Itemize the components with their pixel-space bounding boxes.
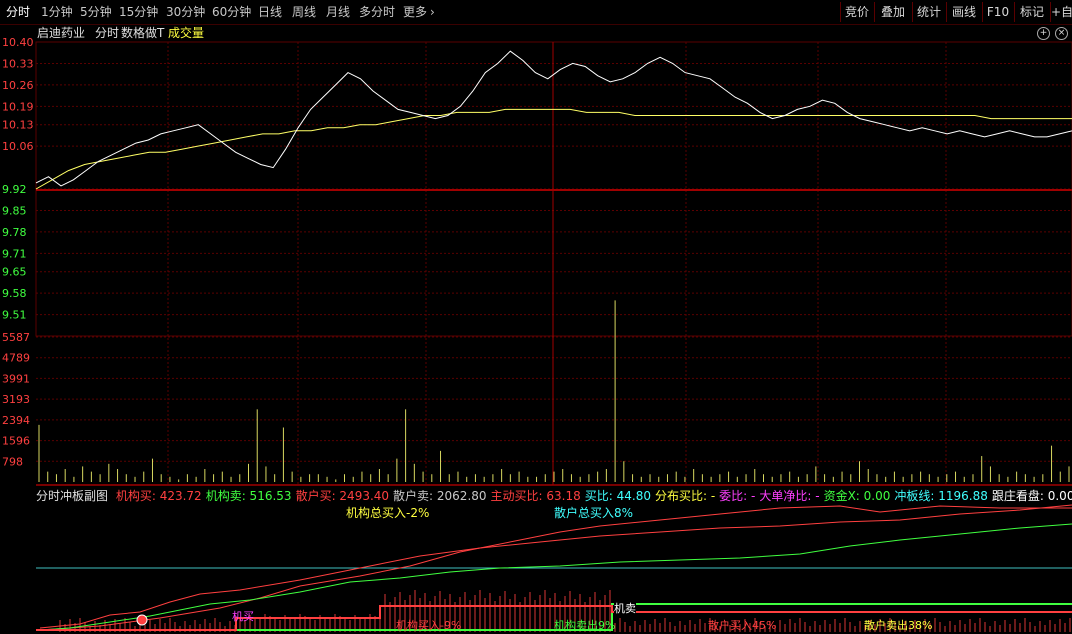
institution-sell-pct: 机构卖出9%: [554, 619, 616, 632]
period-toolbar: 分时 1分钟 5分钟 15分钟 30分钟 60分钟 日线 周线 月线 多分时 更…: [0, 0, 1072, 25]
institution-total-note: 机构总买入-2%: [346, 506, 430, 520]
average-price-line: [35, 108, 1072, 190]
volume-axis-tick: 2394: [2, 414, 30, 427]
price-axis-tick: 9.78: [2, 226, 27, 239]
zoom-in-icon[interactable]: +: [1037, 27, 1050, 40]
close-icon[interactable]: ×: [1055, 27, 1068, 40]
price-axis-tick: 9.85: [2, 204, 27, 217]
institution-sell-marker: 机卖: [614, 602, 636, 616]
add-watchlist-button[interactable]: +自: [1050, 2, 1072, 22]
sub-panel-metrics: 机构买: 423.72 机构卖: 516.53 散户买: 2493.40 散户卖: 2…: [112, 489, 1072, 503]
tab-1min[interactable]: 1分钟: [41, 4, 73, 20]
institution-buy-pct: 机构买入-9%: [396, 619, 462, 632]
volume-axis-tick: 798: [2, 455, 23, 468]
volume-axis-tick: 1596: [2, 435, 30, 448]
metric-item: 跟庄看盘: 0.00: [991, 489, 1072, 503]
price-axis-tick: 10.19: [2, 100, 34, 113]
price-axis-tick: 9.71: [2, 247, 27, 260]
volume-axis-tick: 5587: [2, 331, 30, 344]
volume-label[interactable]: 成交量: [168, 26, 204, 40]
metric-item: 主动买比: 63.18: [490, 489, 581, 503]
tab-15min[interactable]: 15分钟: [119, 4, 158, 20]
f10-button[interactable]: F10: [982, 2, 1013, 22]
metric-item: 散户买: 2493.40: [295, 489, 390, 503]
tab-30min[interactable]: 30分钟: [166, 4, 205, 20]
metric-item: 大单净比: -: [759, 489, 820, 503]
indicator-tool[interactable]: 数格做T: [121, 26, 164, 40]
tab-timeshare[interactable]: 分时: [6, 4, 30, 20]
price-axis-tick: 10.26: [2, 79, 34, 92]
signal-dot[interactable]: [136, 614, 148, 626]
price-line: [35, 50, 1072, 187]
metric-item: 买比: 44.80: [584, 489, 651, 503]
price-axis-tick: 9.65: [2, 266, 27, 279]
tab-more[interactable]: 更多: [403, 4, 427, 20]
metric-item: 冲板线: 1196.88: [894, 489, 988, 503]
auction-button[interactable]: 竞价: [840, 2, 873, 22]
retail-total-note: 散户总买入8%: [554, 506, 634, 520]
stock-info-bar: 启迪药业 分时 数格做T 成交量 + ×: [0, 24, 1072, 42]
retail-sell-pct: 散户卖出38%: [864, 619, 933, 632]
price-axis-tick: 9.51: [2, 309, 27, 322]
metric-item: 资金X: 0.00: [823, 489, 891, 503]
sub-panel-header: 分时冲板副图 机构买: 423.72 机构卖: 516.53 散户买: 2493.4…: [36, 487, 1072, 503]
chart-mode: 分时: [95, 26, 120, 40]
metric-item: 分布买比: -: [654, 489, 716, 503]
tab-weekly[interactable]: 周线: [292, 4, 316, 20]
metric-item: 机构买: 423.72: [115, 489, 202, 503]
mark-button[interactable]: 标记: [1014, 2, 1049, 22]
volume-axis-tick: 3991: [2, 372, 30, 385]
tab-60min[interactable]: 60分钟: [212, 4, 251, 20]
volume-axis-tick: 3193: [2, 393, 30, 406]
main-chart[interactable]: 10.4010.3310.2610.1910.1310.069.929.859.…: [0, 0, 1072, 634]
stats-button[interactable]: 统计: [912, 2, 945, 22]
price-axis-tick: 10.13: [2, 119, 34, 132]
price-axis-tick: 9.58: [2, 287, 27, 300]
stock-name: 启迪药业: [37, 26, 86, 40]
overlay-button[interactable]: 叠加: [874, 2, 911, 22]
sub-panel-title: 分时冲板副图: [36, 489, 109, 503]
tab-multi-timeshare[interactable]: 多分时: [359, 4, 395, 20]
draw-button[interactable]: 画线: [946, 2, 981, 22]
metric-item: 散户卖: 2062.80: [393, 489, 487, 503]
metric-item: 机构卖: 516.53: [205, 489, 292, 503]
volume-axis-tick: 4789: [2, 352, 30, 365]
price-axis-tick: 10.06: [2, 140, 34, 153]
chevron-right-icon[interactable]: ›: [430, 4, 435, 20]
retail-buy-pct: 散户买入45%: [708, 619, 777, 632]
tab-monthly[interactable]: 月线: [326, 4, 350, 20]
tab-5min[interactable]: 5分钟: [80, 4, 112, 20]
institution-buy-marker: 机买: [232, 610, 254, 623]
metric-item: 委比: -: [719, 489, 756, 503]
tab-daily[interactable]: 日线: [258, 4, 282, 20]
price-axis-tick: 9.92: [2, 183, 27, 196]
price-axis-tick: 10.33: [2, 57, 34, 70]
